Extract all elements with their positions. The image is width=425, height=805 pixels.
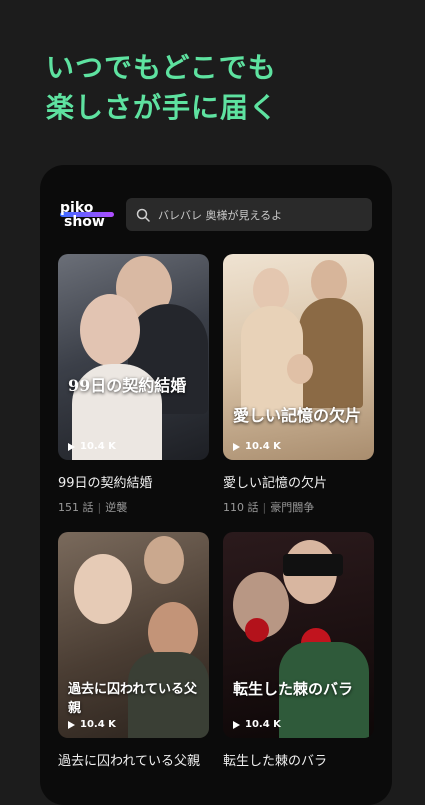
drama-poster[interactable]: 過去に囚われている父親 10.4 K bbox=[58, 532, 209, 738]
promo-headline: いつでもどこでも 楽しさが手に届く bbox=[46, 48, 278, 128]
meta-divider: | bbox=[262, 501, 267, 514]
search-bar[interactable]: バレバレ 奥様が見えるよ bbox=[126, 198, 372, 231]
search-icon bbox=[136, 208, 150, 222]
play-icon bbox=[233, 720, 240, 729]
drama-title: 99日の契約結婚 bbox=[58, 476, 153, 491]
view-count-text: 10.4 K bbox=[80, 441, 116, 452]
play-icon bbox=[68, 442, 75, 451]
meta-divider: | bbox=[97, 501, 102, 514]
view-count: 10.4 K bbox=[68, 441, 116, 452]
episode-count: 151 話 bbox=[58, 501, 94, 514]
view-count: 10.4 K bbox=[68, 719, 116, 730]
play-icon bbox=[68, 720, 75, 729]
poster-title-overlay: 99日の契約結婚 bbox=[68, 376, 187, 395]
drama-card[interactable]: 過去に囚われている父親 10.4 K 過去に囚われている父親 bbox=[58, 532, 209, 769]
rose-icon bbox=[245, 618, 269, 642]
drama-poster[interactable]: 転生した棘のバラ 10.4 K bbox=[223, 532, 374, 738]
view-count-text: 10.4 K bbox=[245, 441, 281, 452]
app-logo: piko show bbox=[60, 201, 116, 231]
view-count: 10.4 K bbox=[233, 719, 281, 730]
genre-tag: 豪門闘争 bbox=[270, 501, 315, 514]
drama-poster[interactable]: 99日の契約結婚 10.4 K bbox=[58, 254, 209, 460]
drama-meta: 110 話 | 豪門闘争 bbox=[223, 499, 374, 515]
poster-title-overlay: 過去に囚われている父親 bbox=[68, 682, 197, 716]
poster-title-overlay: 愛しい記憶の欠片 bbox=[233, 406, 362, 425]
episode-count: 110 話 bbox=[223, 501, 259, 514]
drama-meta: 151 話 | 逆襲 bbox=[58, 499, 209, 515]
genre-tag: 逆襲 bbox=[105, 501, 128, 514]
view-count-text: 10.4 K bbox=[80, 719, 116, 730]
logo-text-top: piko bbox=[60, 200, 94, 216]
drama-card[interactable]: 愛しい記憶の欠片 10.4 K 愛しい記憶の欠片 110 話 | 豪門闘争 bbox=[223, 254, 374, 515]
search-placeholder: バレバレ 奥様が見えるよ bbox=[158, 208, 283, 222]
play-icon bbox=[233, 442, 240, 451]
drama-card[interactable]: 99日の契約結婚 10.4 K 99日の契約結婚 151 話 | 逆襲 bbox=[58, 254, 209, 515]
drama-title: 愛しい記憶の欠片 bbox=[223, 476, 328, 491]
poster-figure bbox=[74, 554, 132, 624]
poster-title-overlay: 転生した棘のバラ bbox=[233, 680, 354, 698]
poster-figure bbox=[287, 354, 313, 384]
poster-figure bbox=[283, 554, 343, 576]
drama-poster[interactable]: 愛しい記憶の欠片 10.4 K bbox=[223, 254, 374, 460]
poster-figure bbox=[299, 298, 363, 408]
drama-title: 過去に囚われている父親 bbox=[58, 754, 200, 769]
drama-card[interactable]: 転生した棘のバラ 10.4 K 転生した棘のバラ bbox=[223, 532, 374, 769]
poster-figure bbox=[80, 294, 140, 366]
headline-line-1: いつでもどこでも bbox=[46, 51, 277, 84]
view-count-text: 10.4 K bbox=[245, 719, 281, 730]
drama-title: 転生した棘のバラ bbox=[223, 754, 328, 769]
view-count: 10.4 K bbox=[233, 441, 281, 452]
headline-line-2: 楽しさが手に届く bbox=[46, 91, 279, 124]
app-screen: piko show バレバレ 奥様が見えるよ 99日の契約結婚 10.4 K 9… bbox=[40, 165, 392, 805]
logo-text-bottom: show bbox=[64, 214, 105, 230]
poster-figure bbox=[144, 536, 184, 584]
